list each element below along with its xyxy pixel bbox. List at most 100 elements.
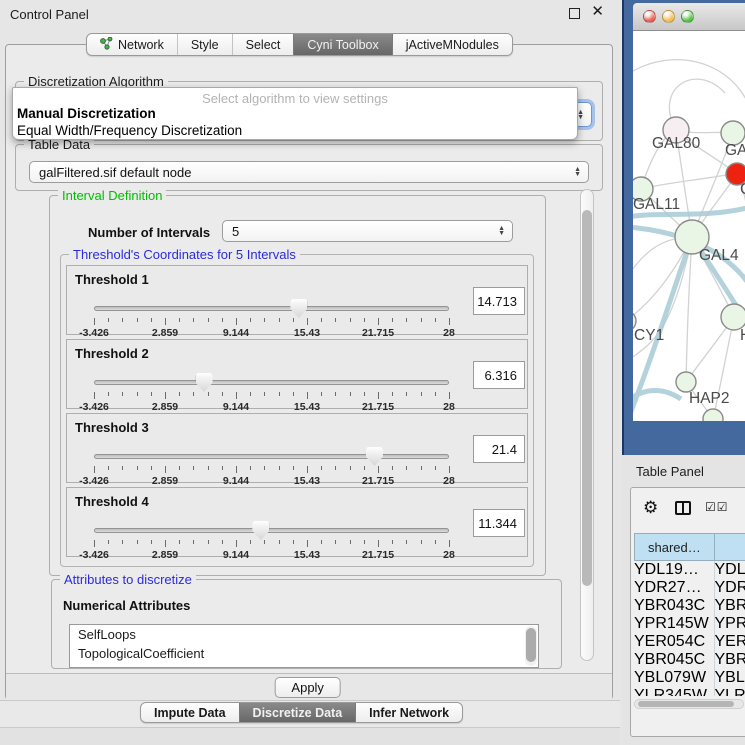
table-cell[interactable]: YPR145W: [634, 615, 714, 633]
tick-mark: [137, 392, 138, 396]
threshold-value-field[interactable]: 11.344: [473, 509, 525, 537]
checkboxes-icon[interactable]: ☑☑: [705, 500, 729, 514]
algorithm-option-equal-width-frequency-discretization[interactable]: Equal Width/Frequency Discretization: [13, 123, 577, 140]
table-cell[interactable]: YLR345W: [634, 687, 714, 696]
number-of-intervals-combobox[interactable]: 5 ▲▼: [222, 220, 513, 242]
network-canvas[interactable]: GAL80GACGAL11GAL4GCY1HHAP2: [633, 31, 745, 421]
threshold-slider[interactable]: -3.4262.8599.14415.4321.71528: [94, 450, 449, 480]
list-item[interactable]: TopologicalCoefficient: [70, 644, 538, 663]
table-cell[interactable]: YDR2: [714, 579, 745, 597]
table-cell[interactable]: YDR27…: [634, 579, 714, 597]
numerical-attributes-list[interactable]: SelfLoopsTopologicalCoefficientBetweenne…: [69, 624, 539, 668]
network-node-hap2[interactable]: [676, 372, 696, 392]
float-window-icon[interactable]: [569, 8, 580, 19]
table-row[interactable]: YPR145WYPR1: [634, 615, 745, 633]
list-scrollbar[interactable]: [525, 626, 537, 666]
tick-mark: [222, 466, 223, 470]
list-item[interactable]: SelfLoops: [70, 625, 538, 644]
scrollbar-thumb[interactable]: [526, 628, 536, 662]
table-cell[interactable]: YPR1: [714, 615, 745, 633]
slider-thumb[interactable]: [366, 447, 383, 466]
tab-jactivemnodules[interactable]: jActiveMNodules: [392, 34, 512, 55]
tick-mark: [122, 540, 123, 544]
tick-mark: [378, 466, 379, 473]
network-window-titlebar[interactable]: [633, 3, 745, 31]
table-row[interactable]: YBR045CYBR0: [634, 651, 745, 669]
table-cell[interactable]: YDL19…: [634, 561, 714, 579]
slider-thumb[interactable]: [196, 373, 213, 392]
table-row[interactable]: YBL079WYBL0: [634, 669, 745, 687]
threshold-value-field[interactable]: 14.713: [473, 287, 525, 315]
tick-mark: [421, 466, 422, 470]
table-hscrollbar[interactable]: [634, 699, 744, 709]
slider-thumb[interactable]: [252, 521, 269, 540]
tab-discretize-data[interactable]: Discretize Data: [239, 703, 356, 722]
table-row[interactable]: YLR345WYLR3: [634, 687, 745, 696]
tick-mark: [137, 466, 138, 470]
slider-tick-labels: -3.4262.8599.14415.4321.71528: [94, 475, 449, 487]
tick-mark: [94, 318, 95, 325]
threshold-value-field[interactable]: 21.4: [473, 435, 525, 463]
close-traffic-light-icon[interactable]: [643, 10, 656, 23]
threshold-slider[interactable]: -3.4262.8599.14415.4321.71528: [94, 376, 449, 406]
table-cell[interactable]: YBR043C: [634, 597, 714, 615]
table-panel-body: ⚙ ☑☑ shared…name YDL19…YDL1YDR27…YDR2YBR…: [630, 487, 745, 737]
table-cell[interactable]: YBL079W: [634, 669, 714, 687]
stepper-icon: ▲▼: [577, 110, 584, 120]
list-item[interactable]: BetweennessCentrality: [70, 663, 538, 668]
tab-style[interactable]: Style: [177, 34, 232, 55]
split-view-icon[interactable]: [675, 501, 691, 515]
slider-thumb[interactable]: [290, 299, 307, 318]
scrollbar-thumb[interactable]: [582, 210, 592, 586]
close-icon[interactable]: ✕: [591, 6, 604, 18]
table-cell[interactable]: YER0: [714, 633, 745, 651]
table-cell[interactable]: YBR0: [714, 597, 745, 615]
gear-icon[interactable]: ⚙: [643, 498, 658, 518]
tab-network[interactable]: Network: [87, 34, 177, 55]
network-node[interactable]: [703, 409, 723, 421]
slider-ticks: [94, 318, 449, 326]
tab-infer-network[interactable]: Infer Network: [355, 703, 462, 722]
node-label: GA: [725, 142, 745, 159]
node-label: GCY1: [633, 327, 664, 344]
table-cell[interactable]: YBR045C: [634, 651, 714, 669]
apply-button[interactable]: Apply: [275, 677, 341, 698]
table-cell[interactable]: YBR0: [714, 651, 745, 669]
scrollbar-thumb[interactable]: [638, 701, 734, 707]
algorithm-placeholder-option[interactable]: Select algorithm to view settings: [13, 88, 577, 106]
table-cell[interactable]: YLR3: [714, 687, 745, 696]
table-cell[interactable]: YBL0: [714, 669, 745, 687]
threshold-slider[interactable]: -3.4262.8599.14415.4321.71528: [94, 302, 449, 332]
stepper-icon: ▲▼: [574, 167, 581, 177]
table-row[interactable]: YDR27…YDR2: [634, 579, 745, 597]
table-panel-title: Table Panel: [636, 464, 704, 479]
tick-mark: [264, 466, 265, 470]
tick-mark: [335, 540, 336, 544]
threshold-slider[interactable]: -3.4262.8599.14415.4321.71528: [94, 524, 449, 554]
table-row[interactable]: YDL19…YDL1: [634, 561, 745, 579]
minimize-traffic-light-icon[interactable]: [662, 10, 675, 23]
algorithm-option-manual-discretization[interactable]: Manual Discretization: [13, 106, 577, 123]
tick-mark: [321, 540, 322, 544]
zoom-traffic-light-icon[interactable]: [681, 10, 694, 23]
table-data-combobox[interactable]: galFiltered.sif default node ▲▼: [29, 161, 589, 183]
numerical-attributes-label: Numerical Attributes: [63, 598, 190, 613]
table-cell[interactable]: YDL1: [714, 561, 745, 579]
tab-select[interactable]: Select: [232, 34, 294, 55]
tick-mark: [435, 392, 436, 396]
tick-label: 15.43: [294, 327, 320, 339]
tick-mark: [293, 466, 294, 470]
threshold-value-field[interactable]: 6.316: [473, 361, 525, 389]
table-row[interactable]: YER054CYER0: [634, 633, 745, 651]
slider-track[interactable]: [94, 380, 449, 385]
tab-impute-data[interactable]: Impute Data: [141, 703, 239, 722]
tab-cyni-toolbox[interactable]: Cyni Toolbox: [293, 34, 391, 55]
slider-track[interactable]: [94, 306, 449, 311]
tick-mark: [264, 392, 265, 396]
table-row[interactable]: YBR043CYBR0: [634, 597, 745, 615]
attributes-group-title: Attributes to discretize: [60, 572, 196, 587]
slider-track[interactable]: [94, 528, 449, 533]
panel-scrollbar[interactable]: [580, 189, 594, 661]
slider-track[interactable]: [94, 454, 449, 459]
table-cell[interactable]: YER054C: [634, 633, 714, 651]
